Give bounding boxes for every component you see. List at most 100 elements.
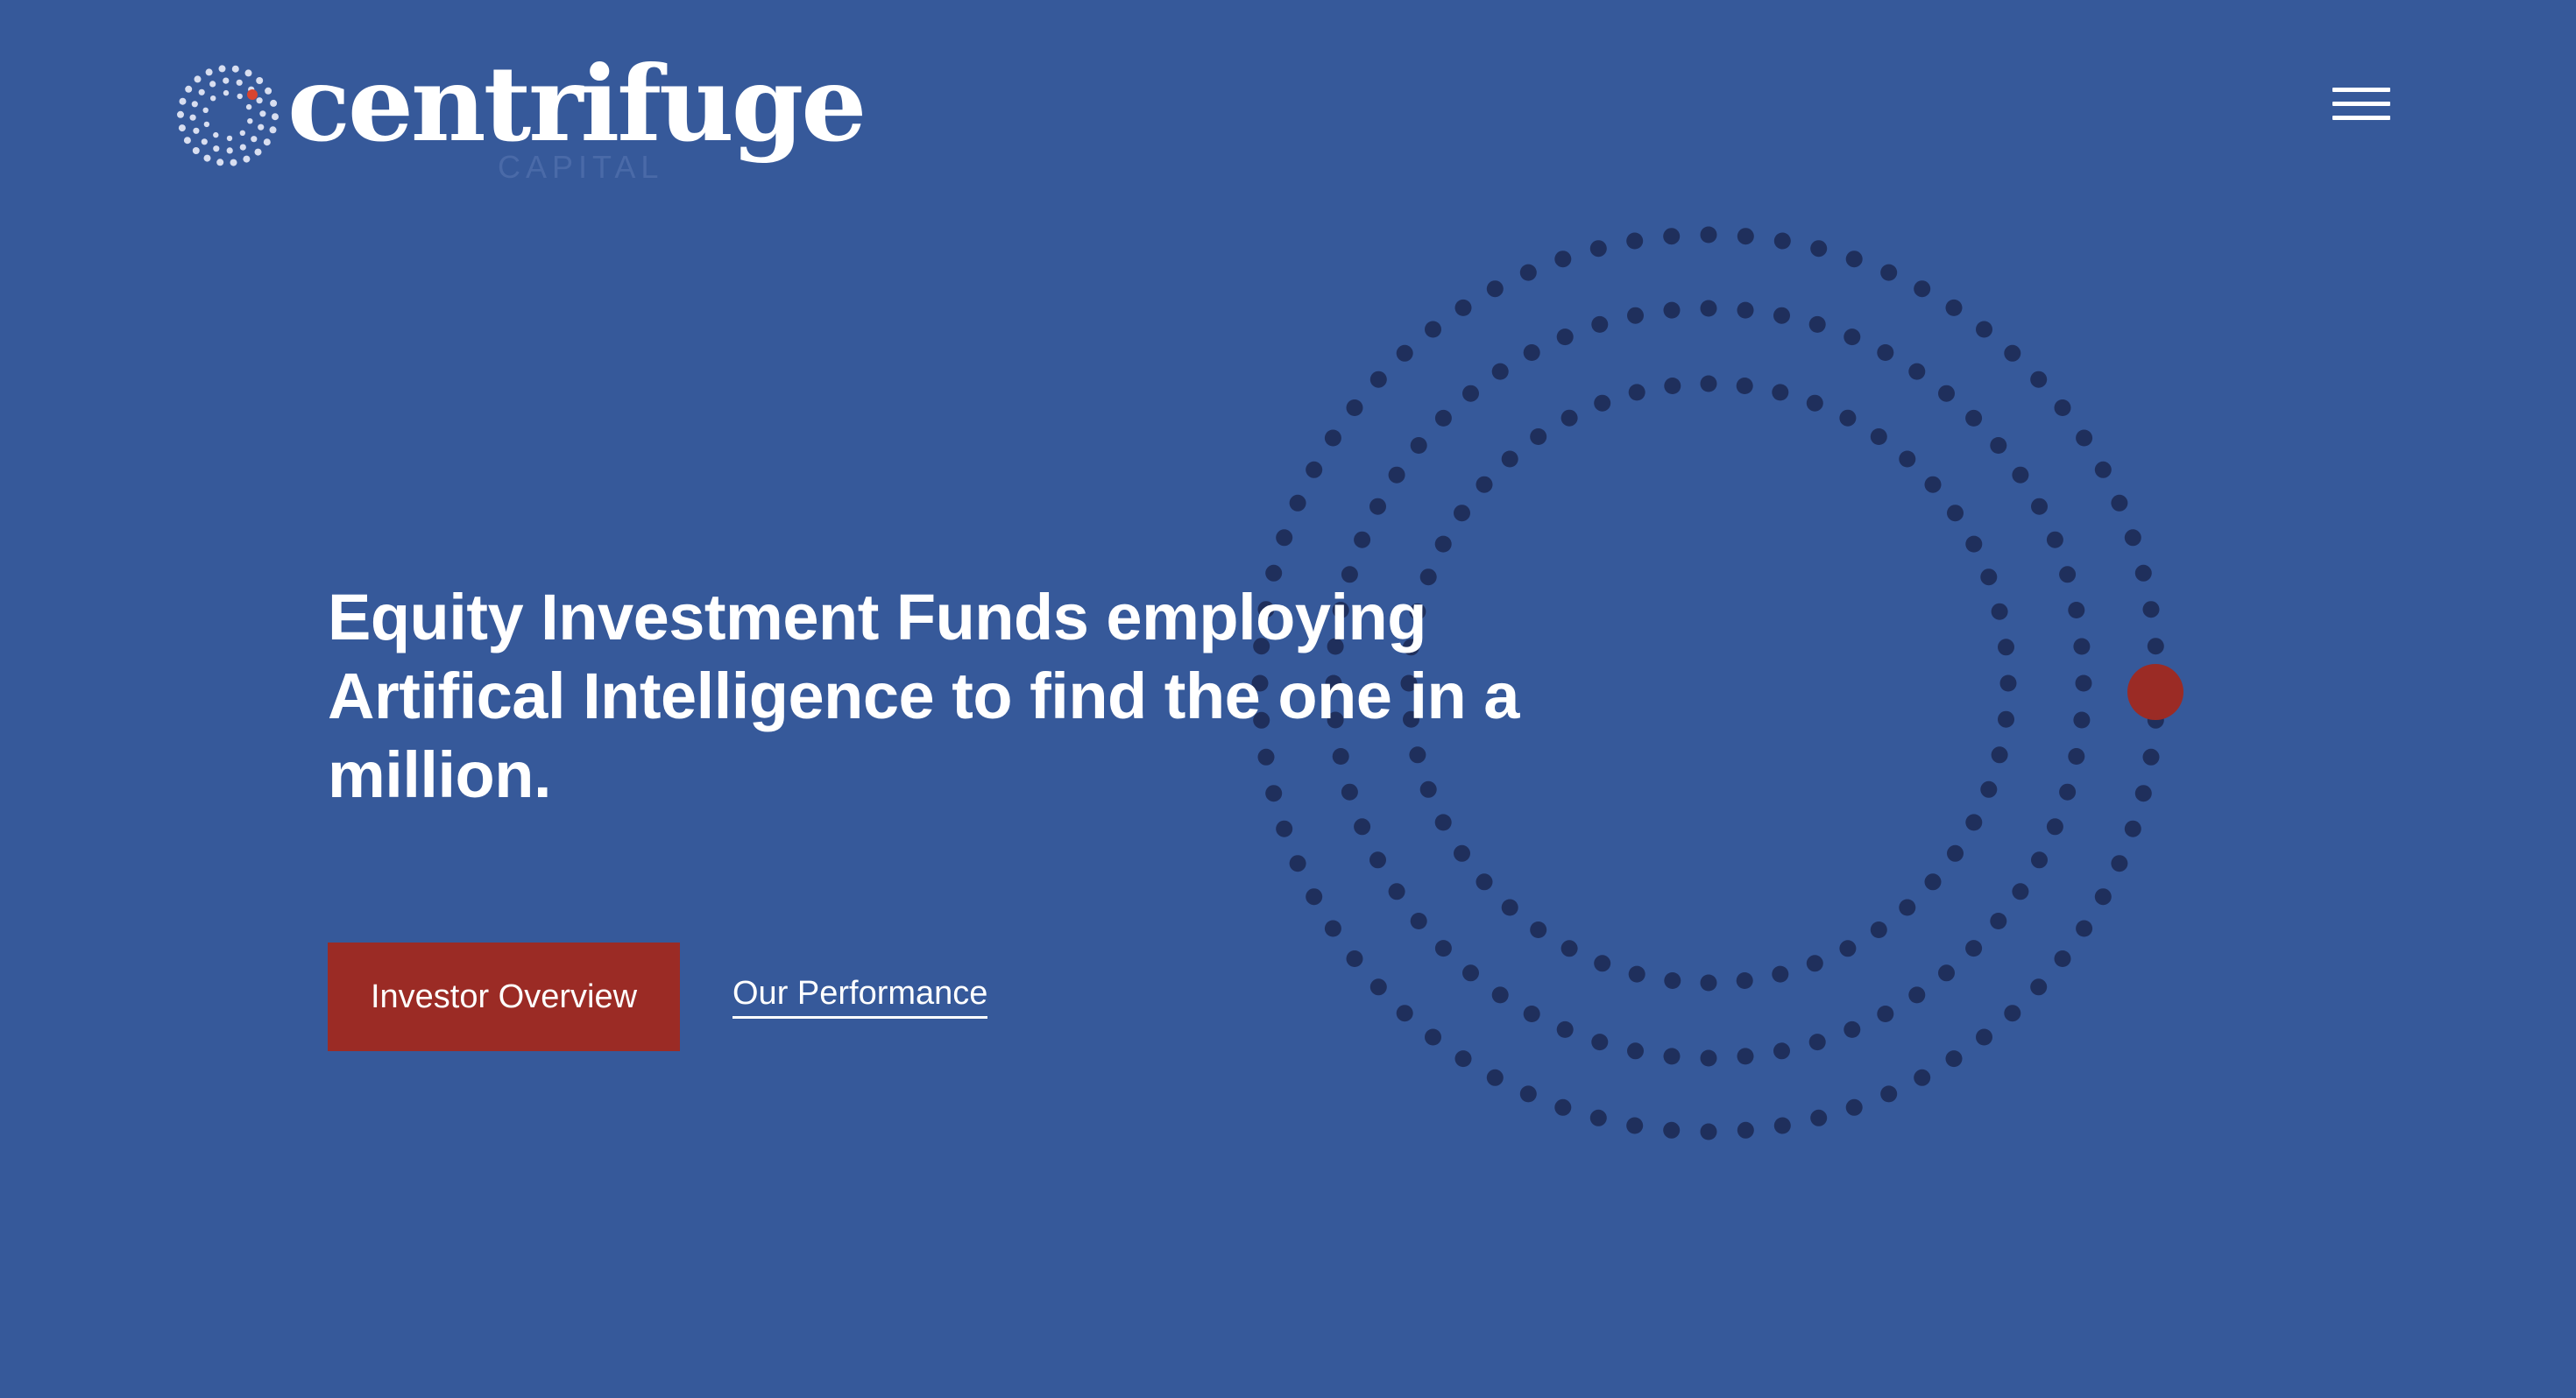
logo-dot — [177, 110, 184, 118]
logo-dot — [231, 65, 239, 73]
ring-dot — [1845, 251, 1863, 268]
ring-dot — [1523, 1006, 1540, 1022]
ring-dot — [1591, 315, 1609, 333]
investor-overview-button[interactable]: Investor Overview — [328, 943, 680, 1051]
ring-dot — [1369, 978, 1387, 996]
ring-dot — [1425, 1028, 1441, 1046]
ring-dot — [1289, 855, 1306, 872]
ring-dot — [1354, 531, 1371, 548]
brand-logo[interactable]: centrifuge CAPITAL — [175, 47, 867, 193]
ring-dot — [1870, 428, 1887, 445]
ring-dot — [1554, 1098, 1572, 1116]
ring-dot — [2134, 785, 2152, 802]
ring-dot — [1663, 228, 1681, 245]
logo-dot — [203, 121, 210, 128]
logo-dot — [202, 107, 209, 113]
menu-bar — [2332, 88, 2390, 92]
logo-dot — [244, 69, 252, 77]
ring-dot — [1839, 940, 1857, 957]
ring-dot — [1700, 375, 1717, 392]
ring-dot — [1990, 913, 2007, 929]
logo-dot — [243, 155, 251, 163]
menu-bar — [2332, 102, 2390, 106]
ring-dot — [2068, 602, 2085, 618]
ring-dot — [1772, 965, 1789, 983]
ring-dot — [2076, 429, 2093, 447]
ring-dot — [1772, 384, 1789, 401]
ring-dot — [1938, 964, 1955, 982]
ring-dot — [1627, 307, 1644, 324]
ring-dot — [2111, 494, 2128, 512]
ring-dot — [1462, 385, 1479, 402]
ring-dot — [1530, 428, 1547, 445]
ring-dot — [1454, 1050, 1472, 1068]
ring-dot — [2031, 498, 2048, 515]
hamburger-menu-icon[interactable] — [2332, 86, 2392, 126]
logo-dot — [192, 147, 200, 154]
ring-dot — [1276, 820, 1293, 837]
ring-dot — [1899, 899, 1916, 916]
logo-dot — [209, 81, 216, 88]
logo-dot — [230, 159, 237, 166]
ring-dot — [1965, 409, 1983, 427]
ring-dot — [1628, 384, 1645, 401]
logo-red-dot — [247, 89, 258, 100]
ring-dot — [2111, 855, 2128, 872]
ring-dot — [1354, 818, 1371, 836]
ring-dot — [1663, 301, 1681, 319]
logo-dot — [226, 147, 233, 154]
ring-dot — [1501, 899, 1518, 916]
ring-dot — [2076, 920, 2093, 937]
menu-bar — [2332, 116, 2390, 120]
logo-dot — [245, 103, 252, 110]
logo-dot — [213, 131, 219, 138]
ring-dot — [1844, 328, 1861, 346]
logo-dot — [251, 136, 258, 143]
ring-dot — [1346, 399, 1363, 416]
logo-dot — [256, 77, 264, 84]
logo-dot — [189, 114, 196, 121]
ring-dot — [1947, 505, 1964, 522]
ring-dot — [1594, 955, 1611, 972]
ring-dot — [1976, 1028, 1992, 1046]
ring-dot — [1388, 466, 1405, 484]
logo-dot — [247, 118, 253, 124]
logo-dot — [216, 159, 224, 166]
ring-dot — [2031, 851, 2048, 869]
ring-dot — [1773, 232, 1791, 250]
brand-name: centrifuge — [287, 43, 867, 165]
ring-dot — [1991, 603, 2008, 620]
ring-dot — [1491, 986, 1509, 1004]
ring-dot — [2054, 950, 2071, 967]
ring-dot — [1530, 921, 1547, 938]
logo-dot — [213, 145, 220, 152]
ring-dot — [1425, 321, 1441, 338]
ring-dot — [1454, 844, 1470, 862]
ring-dot — [1908, 363, 1926, 380]
logo-dot — [183, 137, 191, 145]
ring-dot — [2046, 531, 2063, 548]
ring-dot — [1839, 409, 1857, 427]
ring-dot — [1410, 913, 1427, 929]
ring-dot — [1369, 851, 1386, 869]
ring-dot — [1736, 972, 1753, 989]
ring-dot — [1306, 888, 1323, 906]
ring-dot — [1627, 1042, 1644, 1060]
ring-dot — [2059, 783, 2077, 801]
ring-dot — [1289, 494, 1306, 512]
logo-dot — [203, 154, 211, 162]
our-performance-link[interactable]: Our Performance — [732, 974, 988, 1019]
ring-dot — [1736, 378, 1753, 394]
ring-dot — [1914, 1069, 1931, 1086]
ring-dot — [1870, 921, 1887, 938]
logo-dot — [178, 124, 186, 132]
ring-dot — [1899, 450, 1916, 468]
logo-dot — [201, 138, 208, 145]
ring-dot — [1454, 299, 1472, 316]
ring-dot — [1410, 437, 1427, 454]
ring-dot — [2004, 344, 2021, 362]
ring-dot — [1663, 1048, 1681, 1065]
ring-dot — [1880, 1085, 1898, 1103]
ring-dot — [2054, 399, 2071, 416]
ring-dot — [1998, 639, 2014, 656]
